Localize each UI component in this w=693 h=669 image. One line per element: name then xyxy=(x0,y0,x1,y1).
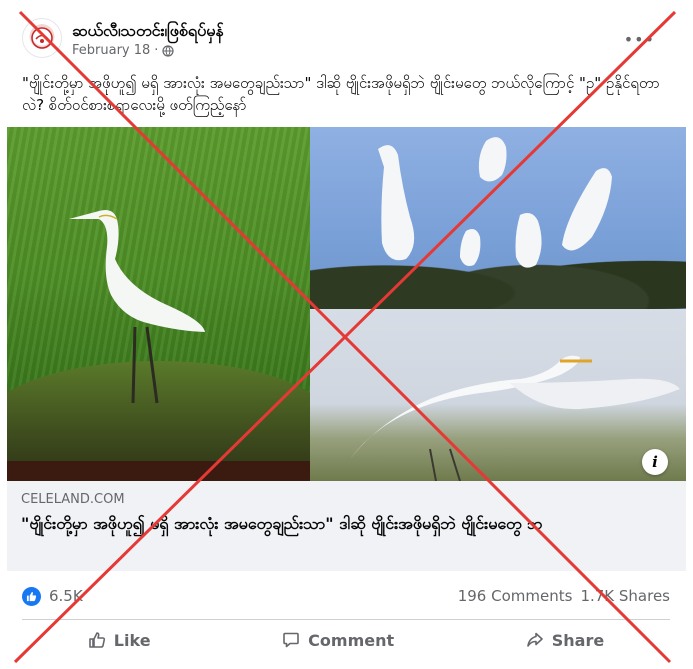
post-image[interactable]: i xyxy=(7,127,686,481)
thumbs-up-icon xyxy=(26,591,37,602)
thumbs-up-icon xyxy=(88,632,105,648)
share-count[interactable]: 1.7K Shares xyxy=(580,587,670,605)
page-name[interactable]: ဆယ်လီ၊သတင်း၊ဖြစ်ရပ်မှန် xyxy=(72,20,224,44)
link-preview[interactable]: CELELAND.COM "ဗျိုင်းတို့မှာ အဖိုဟူ၍ မရှ… xyxy=(7,481,686,571)
page-avatar[interactable] xyxy=(22,18,62,58)
like-label: Like xyxy=(113,630,151,650)
like-reaction-icon[interactable] xyxy=(22,587,41,606)
globe-icon xyxy=(162,44,175,57)
page-logo xyxy=(27,23,57,53)
comment-button[interactable]: Comment xyxy=(264,625,412,656)
egret-in-rice-field-photo xyxy=(7,127,310,481)
comment-label: Comment xyxy=(308,630,395,650)
logo-emblem-icon xyxy=(31,27,53,49)
info-icon[interactable]: i xyxy=(642,449,668,475)
egrets-on-branches-photo xyxy=(310,127,686,309)
share-button[interactable]: Share xyxy=(508,625,622,656)
egret-in-flight-photo: i xyxy=(310,309,686,481)
meta-dot: · xyxy=(154,43,159,58)
reaction-count[interactable]: 6.5K xyxy=(49,587,83,605)
post-stats: 6.5K 196 Comments 1.7K Shares xyxy=(22,586,670,610)
post-actions: Like Comment Share xyxy=(22,620,670,660)
post-meta: February 18 · xyxy=(72,43,175,58)
facebook-post: ဆယ်လီ၊သတင်း၊ဖြစ်ရပ်မှန် February 18 · ••… xyxy=(0,0,693,669)
link-domain: CELELAND.COM xyxy=(21,492,125,507)
comment-icon xyxy=(283,632,299,648)
perched-egrets-illustration xyxy=(378,137,612,268)
share-icon xyxy=(526,632,543,647)
more-options-icon[interactable]: ••• xyxy=(624,30,655,49)
like-button[interactable]: Like xyxy=(70,625,169,656)
post-date[interactable]: February 18 xyxy=(72,43,150,58)
share-label: Share xyxy=(551,630,605,650)
flying-egret-illustration xyxy=(350,355,680,481)
link-title[interactable]: "ဗျိုင်းတို့မှာ အဖိုဟူ၍ မရှိ အားလုံး အမတ… xyxy=(21,513,671,535)
egret-illustration xyxy=(69,210,205,404)
comment-count[interactable]: 196 Comments xyxy=(458,587,573,605)
post-text: "ဗျိုင်းတို့မှာ အဖိုဟူ၍ မရှိ အားလုံး အမတ… xyxy=(22,74,660,114)
